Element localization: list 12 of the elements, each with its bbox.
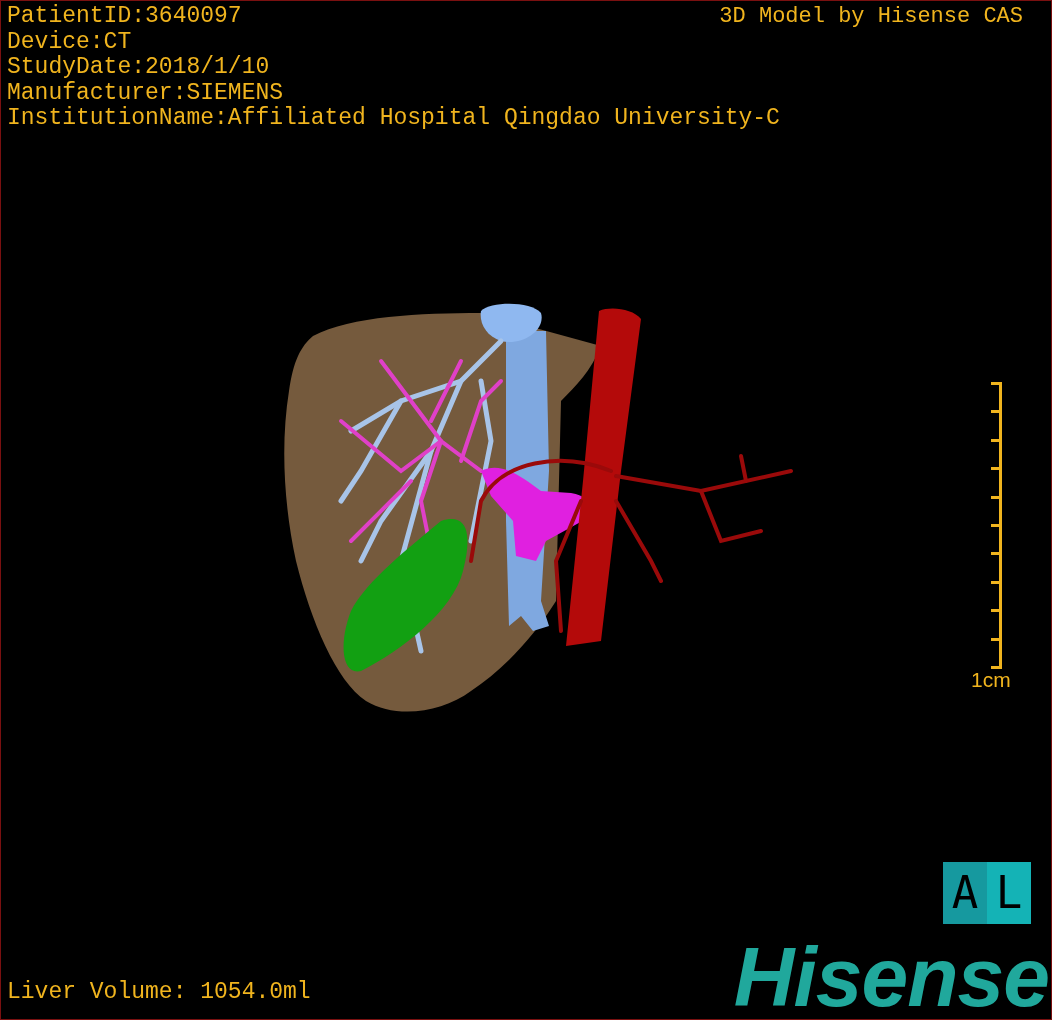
- patient-info-line: Manufacturer:SIEMENS: [7, 80, 284, 106]
- scale-label: 1cm: [971, 668, 1011, 692]
- patient-info-line: Device:CT: [7, 29, 132, 55]
- orientation-letter: L: [987, 862, 1031, 924]
- brand-logo: Hisense: [733, 935, 1049, 1019]
- orientation-marker[interactable]: A L: [943, 862, 1031, 924]
- liver-volume-text: Liver Volume: 1054.0ml: [7, 979, 311, 1005]
- patient-info-line: StudyDate:2018/1/10: [7, 55, 270, 81]
- patient-info-line: InstitutionName:Affiliated Hospital Qingdao University-C: [7, 106, 780, 132]
- orientation-letter: A: [943, 862, 987, 924]
- patient-info-line: PatientID:3640097: [7, 4, 242, 30]
- credit-text: 3D Model by Hisense CAS: [719, 4, 1023, 29]
